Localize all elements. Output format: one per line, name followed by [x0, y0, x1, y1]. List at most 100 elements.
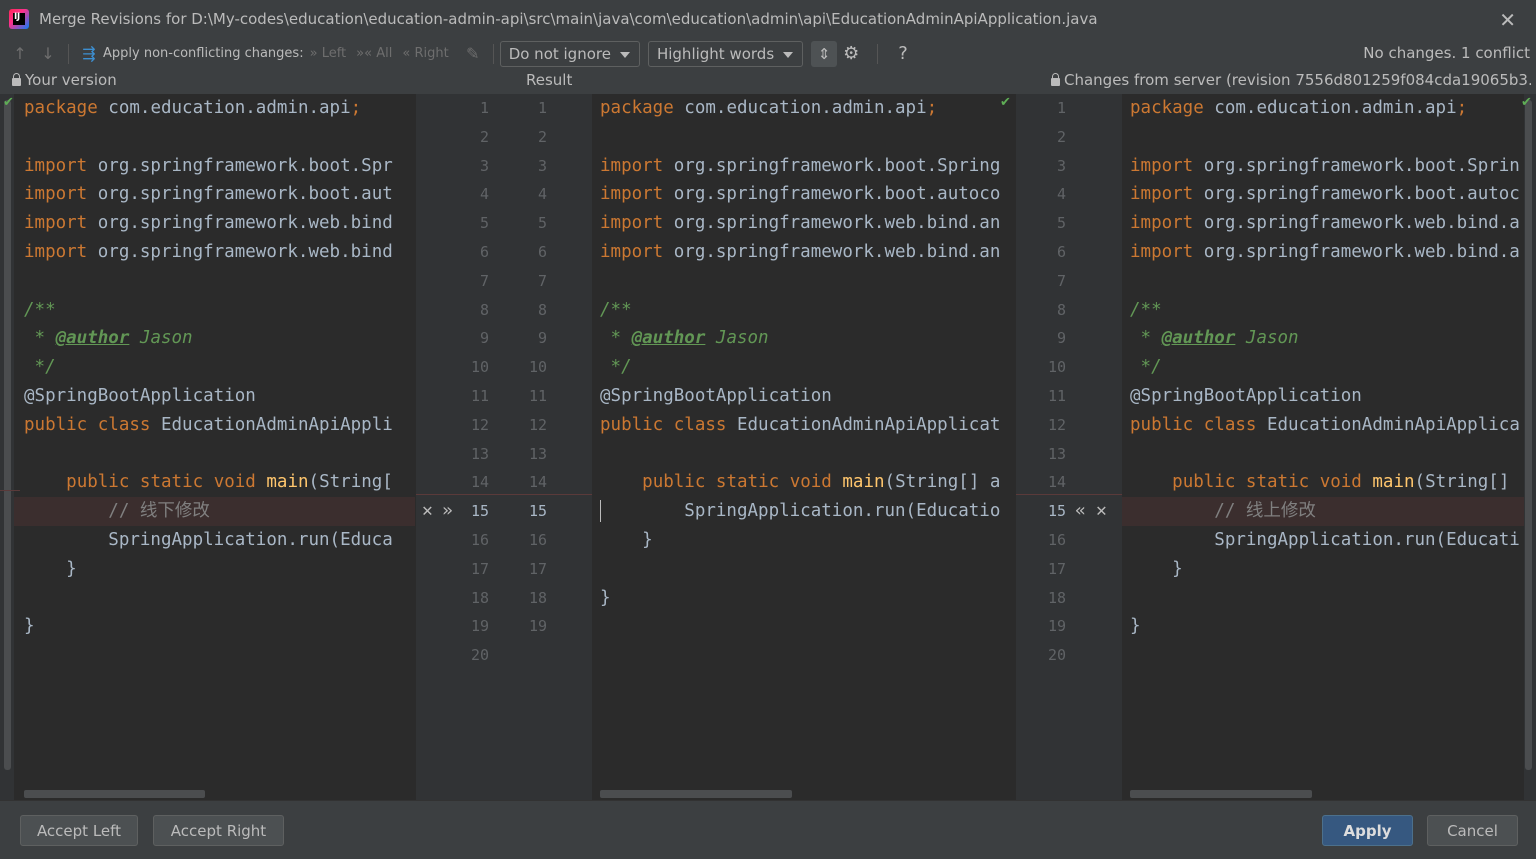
code-line[interactable]: */ — [14, 353, 415, 382]
code-line[interactable] — [1122, 440, 1524, 469]
code-line[interactable]: @SpringBootApplication — [1122, 382, 1524, 411]
code-line[interactable]: public class EducationAdminApiAppli — [14, 411, 415, 440]
line-number: 1 — [537, 99, 547, 117]
magic-resolve-icon[interactable]: ✎ — [459, 44, 487, 63]
double-chevron-left-icon: « — [402, 46, 411, 61]
code-line[interactable]: * @author Jason — [1122, 324, 1524, 353]
next-difference-icon[interactable]: ↓ — [34, 44, 62, 63]
code-line[interactable] — [14, 584, 415, 613]
code-line[interactable]: public static void main(String[] — [1122, 468, 1524, 497]
left-editor[interactable]: package com.education.admin.api; import o… — [14, 94, 415, 800]
code-line[interactable]: import org.springframework.web.bind — [14, 238, 415, 267]
code-line[interactable]: SpringApplication.run(Educa — [14, 526, 415, 555]
code-line[interactable] — [1122, 584, 1524, 613]
code-line[interactable]: @SpringBootApplication — [592, 382, 1016, 411]
code-line[interactable] — [14, 123, 415, 152]
code-line[interactable] — [1122, 123, 1524, 152]
code-line[interactable]: } — [592, 584, 1016, 613]
line-number: 3 — [537, 156, 547, 175]
ignore-right-change-icon[interactable]: ✕ — [1096, 497, 1107, 526]
code-line[interactable]: SpringApplication.run(Educatio — [592, 497, 1016, 526]
code-line[interactable]: } — [14, 555, 415, 584]
code-line[interactable]: package com.education.admin.api; — [14, 94, 415, 123]
code-line[interactable]: } — [1122, 555, 1524, 584]
ignore-whitespace-dropdown[interactable]: Do not ignore — [499, 40, 640, 67]
code-line[interactable]: import org.springframework.web.bind.a — [1122, 209, 1524, 238]
previous-difference-icon[interactable]: ↑ — [6, 44, 34, 63]
highlight-mode-dropdown[interactable]: Highlight words — [647, 40, 804, 67]
code-line[interactable]: public class EducationAdminApiApplica — [1122, 411, 1524, 440]
apply-right-change-icon[interactable]: « — [1075, 497, 1086, 526]
code-line[interactable] — [1122, 267, 1524, 296]
resolve-auto-icon[interactable]: ⇶ — [75, 44, 103, 63]
right-vertical-scrollbar[interactable] — [1525, 100, 1532, 770]
code-line[interactable]: * @author Jason — [14, 324, 415, 353]
result-horizontal-scrollbar[interactable] — [600, 790, 792, 798]
apply-left-button[interactable]: » Left — [310, 46, 347, 61]
code-line[interactable]: public static void main(String[] a — [592, 468, 1016, 497]
code-line[interactable]: } — [1122, 612, 1524, 641]
code-line[interactable] — [14, 440, 415, 469]
code-line[interactable]: SpringApplication.run(Educati — [1122, 526, 1524, 555]
help-icon[interactable]: ? — [898, 43, 908, 64]
code-line[interactable] — [592, 267, 1016, 296]
result-editor[interactable]: package com.education.admin.api; import o… — [592, 94, 1016, 800]
line-number: 11 — [1047, 387, 1066, 405]
code-line[interactable]: @SpringBootApplication — [14, 382, 415, 411]
accept-right-button[interactable]: Accept Right — [153, 815, 284, 846]
code-line[interactable]: } — [592, 526, 1016, 555]
code-line[interactable]: */ — [1122, 353, 1524, 382]
right-horizontal-scrollbar[interactable] — [1130, 790, 1312, 798]
apply-button[interactable]: Apply — [1322, 815, 1413, 846]
code-line[interactable] — [14, 267, 415, 296]
code-line[interactable]: import org.springframework.boot.Spr — [14, 152, 415, 181]
code-line[interactable] — [592, 123, 1016, 152]
close-icon[interactable]: ✕ — [1499, 8, 1516, 32]
code-line[interactable]: import org.springframework.web.bind.an — [592, 238, 1016, 267]
code-line[interactable]: } — [14, 612, 415, 641]
code-line[interactable]: // 线下修改 — [14, 497, 415, 526]
code-line[interactable]: public static void main(String[ — [14, 468, 415, 497]
line-number: 17 — [528, 559, 547, 578]
code-line[interactable]: */ — [592, 353, 1016, 382]
left-gutter: 1 2 3 4 5 6 7 8 9 10 11 12 13 14 15 16 17 18 19 20 1 2 3 4 5 6 7 8 9… — [416, 94, 592, 800]
apply-right-button[interactable]: « Right — [402, 46, 448, 61]
ignore-left-change-icon[interactable]: ✕ — [422, 497, 433, 526]
left-horizontal-scrollbar[interactable] — [24, 790, 205, 798]
apply-all-button[interactable]: »« All — [356, 46, 392, 61]
code-line[interactable] — [14, 641, 415, 670]
code-line[interactable]: /** — [592, 296, 1016, 325]
code-line[interactable]: import org.springframework.boot.Spring — [592, 152, 1016, 181]
settings-gear-icon[interactable]: ⚙ — [843, 43, 859, 64]
code-line[interactable]: /** — [14, 296, 415, 325]
code-line[interactable]: package com.education.admin.api; — [592, 94, 1016, 123]
double-chevron-both-icon: »« — [356, 46, 373, 61]
code-line[interactable] — [592, 612, 1016, 641]
code-line[interactable]: import org.springframework.boot.Sprin — [1122, 152, 1524, 181]
code-line[interactable]: import org.springframework.boot.aut — [14, 180, 415, 209]
text-caret — [600, 500, 601, 522]
code-line[interactable]: import org.springframework.web.bind — [14, 209, 415, 238]
code-line[interactable]: * @author Jason — [592, 324, 1016, 353]
code-line[interactable]: /** — [1122, 296, 1524, 325]
line-number: 1 — [1056, 99, 1066, 117]
merge-status-text: No changes. 1 conflict — [1363, 44, 1530, 62]
apply-left-change-icon[interactable]: » — [442, 497, 453, 526]
code-line[interactable]: import org.springframework.web.bind.a — [1122, 238, 1524, 267]
code-line[interactable]: public class EducationAdminApiApplicat — [592, 411, 1016, 440]
accept-left-button[interactable]: Accept Left — [20, 815, 138, 846]
code-line[interactable] — [592, 555, 1016, 584]
code-line[interactable] — [592, 440, 1016, 469]
code-line[interactable]: package com.education.admin.api; — [1122, 94, 1524, 123]
left-vertical-scrollbar[interactable] — [4, 100, 11, 770]
code-line[interactable]: import org.springframework.boot.autoc — [1122, 180, 1524, 209]
code-line[interactable]: import org.springframework.boot.autoco — [592, 180, 1016, 209]
line-number: 1 — [479, 99, 489, 117]
sync-scroll-toggle-icon[interactable]: ⇕ — [811, 40, 838, 67]
right-editor[interactable]: package com.education.admin.api; import o… — [1122, 94, 1524, 800]
cancel-button[interactable]: Cancel — [1427, 815, 1518, 846]
code-line[interactable]: import org.springframework.web.bind.an — [592, 209, 1016, 238]
code-line[interactable] — [1122, 641, 1524, 670]
code-line[interactable]: // 线上修改 — [1122, 497, 1524, 526]
toolbar-divider — [68, 43, 69, 64]
